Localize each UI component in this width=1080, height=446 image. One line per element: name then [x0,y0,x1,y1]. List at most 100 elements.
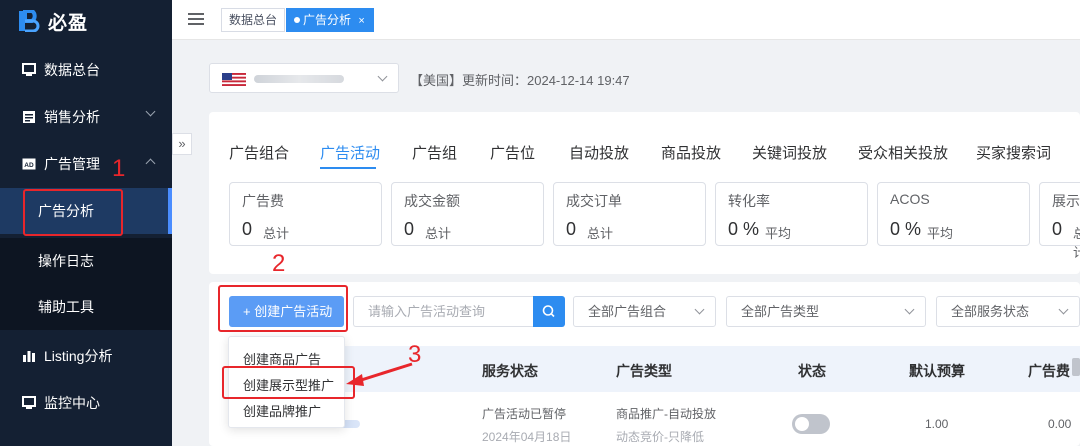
highlight-box-display-ad [222,366,355,399]
metric-unit: 总计 [425,226,452,241]
chevron-down-icon [377,71,388,82]
metric-unit: 平均 [927,226,954,241]
svg-text:AD: AD [24,162,34,169]
annotation-number-2: 2 [272,250,286,277]
tab-audience-targeting[interactable]: 受众相关投放 [858,142,948,163]
metric-card-sales[interactable]: 成交金额 0 总计 [391,182,544,246]
tab-ad-campaign[interactable]: 广告活动 [320,142,380,163]
metric-value: 0 [404,219,415,239]
metric-title: 成交订单 [566,193,622,209]
metric-card-impressions[interactable]: 展示 0 总计 [1039,182,1080,260]
annotation-arrow-icon [346,362,413,386]
chevron-down-icon [1058,304,1069,315]
store-name-redacted [254,75,344,83]
tab-search-terms[interactable]: 买家搜索词 [976,142,1051,163]
tab-label: 数据总台 [229,13,278,27]
tab-auto-targeting[interactable]: 自动投放 [569,142,629,163]
active-dot-icon [294,16,300,23]
annotation-number-1: 1 [112,155,126,182]
sidebar-subitem-label: 辅助工具 [38,299,94,315]
update-time: 【美国】更新时间：2024-12-14 19:47 [410,73,630,88]
metric-unit: 总计 [1073,226,1080,260]
sidebar-subitem-tools[interactable]: 辅助工具 [0,284,172,330]
sidebar-item-label: 销售分析 [44,109,100,125]
tab-ad-group[interactable]: 广告组 [412,142,457,163]
row-budget: 1.00 [925,417,949,431]
tab-keyword-targeting[interactable]: 关键词投放 [752,142,827,163]
chevron-down-icon [145,106,156,117]
tab-ad-placement[interactable]: 广告位 [490,142,535,163]
sidebar-subitem-label: 操作日志 [38,253,94,269]
chevron-down-icon [904,304,915,315]
sidebar-subitem-operation-log[interactable]: 操作日志 [0,238,172,284]
sidebar-item-label: Listing分析 [44,348,113,364]
us-flag-icon [222,73,246,86]
monitor-icon [22,63,36,76]
metric-card-acos[interactable]: ACOS 0 % 平均 [877,182,1030,246]
column-header-service-status: 服务状态 [482,363,538,379]
logo[interactable]: 必盈 [18,6,88,36]
sidebar-item-label: 数据总台 [44,62,100,78]
sidebar-item-sales[interactable]: 销售分析 [0,94,172,140]
metric-unit: 总计 [263,226,290,241]
service-status-filter-select[interactable]: 全部服务状态 [936,296,1080,327]
tab-product-targeting[interactable]: 商品投放 [661,142,721,163]
metric-value: 0 [566,219,577,239]
sidebar-item-label: 广告管理 [44,156,100,172]
tab-bar: 数据总台 广告分析 × [172,0,1080,40]
logo-icon [19,10,40,32]
chevron-down-icon [694,304,705,315]
tab-label: 广告分析 [303,13,352,27]
list-icon [23,111,35,123]
chevron-up-icon [145,158,156,169]
monitor-icon [22,396,36,409]
sidebar-item-listing[interactable]: Listing分析 [0,333,172,379]
close-icon[interactable]: × [358,15,364,27]
row-ad-type: 商品推广-自动投放 [616,407,716,421]
row-spend: 0.00 [1048,417,1072,431]
metric-unit: 总计 [587,226,614,241]
metric-title: 广告费 [242,193,284,209]
campaign-search-input[interactable]: 请输入广告活动查询 [353,296,534,327]
app: 必盈 数据总台 销售分析 AD 广告管理 广告分析 操作日志 辅助工具 List… [0,0,1080,446]
metric-title: 转化率 [728,193,770,209]
sidebar-item-monitor[interactable]: 监控中心 [0,380,172,426]
sidebar-item-label: 监控中心 [44,395,100,411]
tab-ad-analysis[interactable]: 广告分析 × [286,8,374,32]
column-header-ad-type: 广告类型 [616,363,672,379]
sidebar-item-ad-management[interactable]: AD 广告管理 [0,141,172,187]
metric-card-conversion[interactable]: 转化率 0 % 平均 [715,182,868,246]
tab-ad-portfolio[interactable]: 广告组合 [229,142,289,163]
select-value: 全部广告类型 [741,304,820,319]
tab-dashboard[interactable]: 数据总台 [221,8,286,32]
campaign-status-toggle[interactable] [792,414,830,434]
select-value: 全部服务状态 [951,304,1030,319]
portfolio-filter-select[interactable]: 全部广告组合 [573,296,716,327]
column-header-spend: 广告费 [1028,363,1070,379]
search-icon [542,305,555,318]
row-bid-strategy: 动态竞价-只降低 [616,430,704,444]
ad-icon: AD [22,158,36,170]
row-service-date: 2024年04月18日 [482,430,572,444]
country-select[interactable] [209,63,399,93]
search-button[interactable] [533,296,565,327]
sidebar-item-dashboard[interactable]: 数据总台 [0,47,172,93]
metric-unit: 平均 [765,226,792,241]
column-header-budget: 默认预算 [909,363,965,379]
dropdown-item-brand-ad[interactable]: 创建品牌推广 [243,401,321,420]
metric-value: 0 [242,219,253,239]
column-sort-icon[interactable] [1072,358,1080,376]
collapse-panel-icon[interactable]: » [172,133,192,155]
metric-title: ACOS [890,191,930,207]
table-header [345,346,1080,392]
column-header-status: 状态 [798,363,826,379]
metric-card-orders[interactable]: 成交订单 0 总计 [553,182,706,246]
active-tab-indicator [320,167,376,169]
select-value: 全部广告组合 [588,304,667,319]
row-service-status: 广告活动已暂停 [482,407,567,421]
logo-text: 必盈 [48,12,89,34]
highlight-box-ad-analysis [23,189,123,236]
ad-type-filter-select[interactable]: 全部广告类型 [726,296,926,327]
menu-toggle-icon[interactable] [188,13,204,27]
metric-card-spend[interactable]: 广告费 0 总计 [229,182,382,246]
